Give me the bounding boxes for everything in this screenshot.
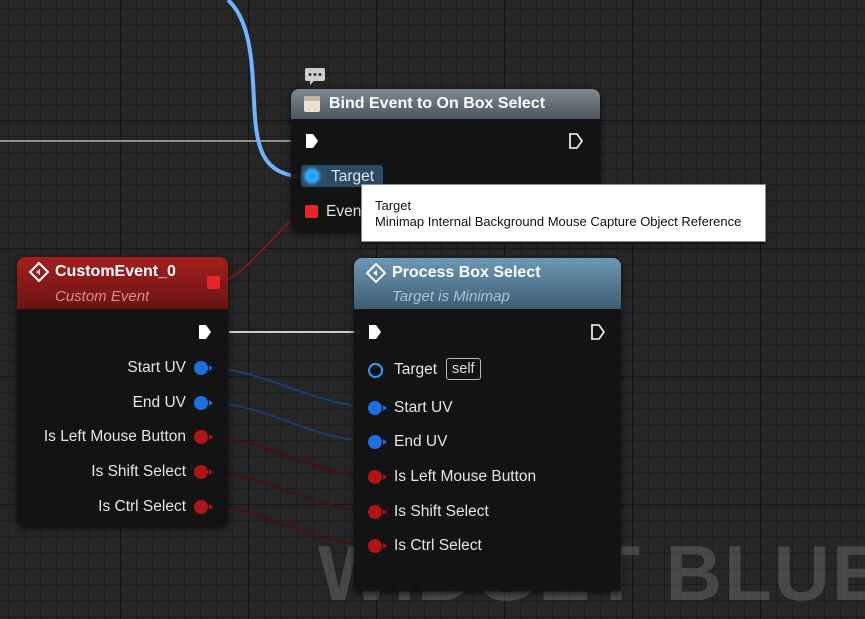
is-ctrl-select-pin[interactable] [368,539,387,553]
wire-end-uv [211,402,371,443]
is-shift-select-pin[interactable] [194,465,213,479]
event-delegate-wire [221,211,301,283]
wire-shift [211,471,371,513]
tooltip-title: Target [375,198,412,213]
is-ctrl-select-label: Is Ctrl Select [98,498,186,515]
start-uv-pin[interactable] [368,401,387,415]
function-diamond-icon [366,263,386,283]
exec-in-pin[interactable] [368,324,382,340]
node-title: Process Box Select [392,264,541,281]
exec-out-pin[interactable] [569,133,583,149]
is-left-mouse-button-label: Is Left Mouse Button [394,468,537,485]
is-shift-select-label: Is Shift Select [394,503,489,520]
target-pin[interactable] [305,169,319,183]
custom-event-node[interactable]: CustomEvent_0 Custom Event Start UV End … [17,257,228,526]
is-shift-select-pin[interactable] [368,505,387,519]
exec-out-pin[interactable] [198,324,212,340]
event-diamond-icon [29,262,49,282]
node-subtitle: Target is Minimap [392,288,510,305]
delegate-out-pin[interactable] [207,276,220,289]
wire-start-uv [211,367,371,409]
target-pin[interactable] [368,363,383,378]
node-title: Bind Event to On Box Select [329,95,546,112]
end-uv-label: End UV [132,394,186,411]
exec-out-pin[interactable] [591,324,605,340]
is-ctrl-select-pin[interactable] [194,500,213,514]
end-uv-label: End UV [394,433,448,450]
target-default-self[interactable]: self [446,358,481,380]
is-shift-select-label: Is Shift Select [91,463,186,480]
node-subtitle: Custom Event [55,288,150,305]
wire-left-mouse [211,436,371,478]
is-left-mouse-button-pin[interactable] [194,430,213,444]
function-box-icon [304,96,320,112]
is-left-mouse-button-pin[interactable] [368,470,387,484]
event-pin-label: Event [326,203,366,220]
pin-tooltip: Target Minimap Internal Background Mouse… [361,184,766,242]
start-uv-label: Start UV [127,359,186,376]
node-title: CustomEvent_0 [55,263,176,280]
process-box-select-node[interactable]: Process Box Select Target is Minimap Tar… [354,258,621,591]
start-uv-label: Start UV [394,399,453,416]
is-left-mouse-button-label: Is Left Mouse Button [43,428,186,445]
is-ctrl-select-label: Is Ctrl Select [394,537,482,554]
end-uv-pin[interactable] [368,435,387,449]
exec-in-pin[interactable] [305,133,319,149]
start-uv-pin[interactable] [194,361,213,375]
tooltip-description: Minimap Internal Background Mouse Captur… [375,214,742,229]
comment-bubble-icon[interactable] [305,67,325,85]
end-uv-pin[interactable] [194,396,213,410]
event-pin[interactable] [305,205,318,218]
target-pin-label: Target [394,361,438,378]
